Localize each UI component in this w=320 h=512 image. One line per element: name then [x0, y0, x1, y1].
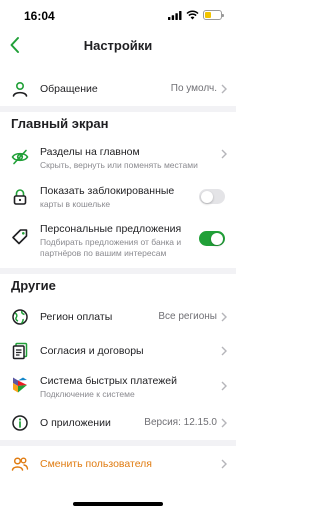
- page-title: Настройки: [83, 38, 153, 53]
- tag-icon: [12, 229, 28, 245]
- payment-region-title: Регион оплаты: [40, 311, 113, 323]
- main-sections-title: Разделы на главном: [40, 146, 140, 158]
- documents-icon: [12, 342, 28, 360]
- chevron-right-icon: [221, 312, 227, 322]
- main-sections-subtitle: Скрыть, вернуть или поменять местами: [40, 160, 198, 170]
- sbp-row[interactable]: Система быстрых платежей Подключение к с…: [0, 370, 236, 402]
- section-divider: [0, 268, 236, 274]
- show-blocked-subtitle: карты в кошельке: [40, 199, 111, 209]
- chevron-right-icon: [221, 459, 227, 469]
- personal-offers-subtitle-line2: партнёров по вашим интересам: [40, 248, 167, 258]
- chevron-right-icon: [221, 381, 227, 391]
- appeal-value: По умолч.: [170, 83, 217, 94]
- show-blocked-title: Показать заблокированные: [40, 185, 175, 197]
- agreements-title: Согласия и договоры: [40, 345, 144, 357]
- users-icon: [11, 457, 29, 471]
- sbp-subtitle: Подключение к системе: [40, 389, 135, 399]
- eye-off-icon: [11, 149, 29, 165]
- personal-offers-toggle[interactable]: [199, 231, 225, 246]
- appeal-title: Обращение: [40, 83, 98, 95]
- about-app-row[interactable]: О приложении Версия: 12.15.0: [0, 410, 236, 436]
- chevron-right-icon: [221, 149, 227, 159]
- appeal-row[interactable]: Обращение По умолч.: [0, 76, 236, 102]
- personal-offers-row: Персональные предложения Подбирать предл…: [0, 220, 236, 264]
- section-header-other: Другие: [11, 278, 56, 293]
- about-app-version: Версия: 12.15.0: [144, 417, 217, 428]
- main-sections-row[interactable]: Разделы на главном Скрыть, вернуть или п…: [0, 140, 236, 174]
- signal-icon: [168, 10, 182, 20]
- sbp-logo-icon: [13, 377, 27, 393]
- globe-icon: [12, 309, 28, 325]
- sbp-title: Система быстрых платежей: [40, 375, 177, 387]
- person-icon: [12, 81, 28, 97]
- nav-bar: Настройки: [0, 30, 236, 60]
- chevron-right-icon: [221, 418, 227, 428]
- personal-offers-title: Персональные предложения: [40, 223, 182, 235]
- section-divider: [0, 106, 236, 112]
- status-bar: 16:04: [0, 0, 236, 30]
- agreements-row[interactable]: Согласия и договоры: [0, 338, 236, 364]
- about-app-title: О приложении: [40, 417, 111, 429]
- home-indicator: [73, 502, 163, 506]
- show-blocked-row: Показать заблокированные карты в кошельк…: [0, 180, 236, 214]
- wifi-icon: [186, 10, 199, 20]
- chevron-right-icon: [221, 346, 227, 356]
- status-time: 16:04: [24, 9, 55, 23]
- switch-user-title: Сменить пользователя: [40, 458, 152, 470]
- payment-region-value: Все регионы: [158, 311, 217, 322]
- info-icon: [12, 415, 28, 431]
- battery-icon: [203, 10, 224, 20]
- chevron-right-icon: [221, 84, 227, 94]
- switch-user-row[interactable]: Сменить пользователя: [0, 451, 236, 477]
- personal-offers-subtitle-line1: Подбирать предложения от банка и: [40, 237, 182, 247]
- show-blocked-toggle[interactable]: [199, 189, 225, 204]
- section-header-main-screen: Главный экран: [11, 116, 109, 131]
- status-icons: [168, 10, 224, 20]
- lock-icon: [13, 189, 27, 205]
- section-divider: [0, 440, 236, 446]
- payment-region-row[interactable]: Регион оплаты Все регионы: [0, 304, 236, 330]
